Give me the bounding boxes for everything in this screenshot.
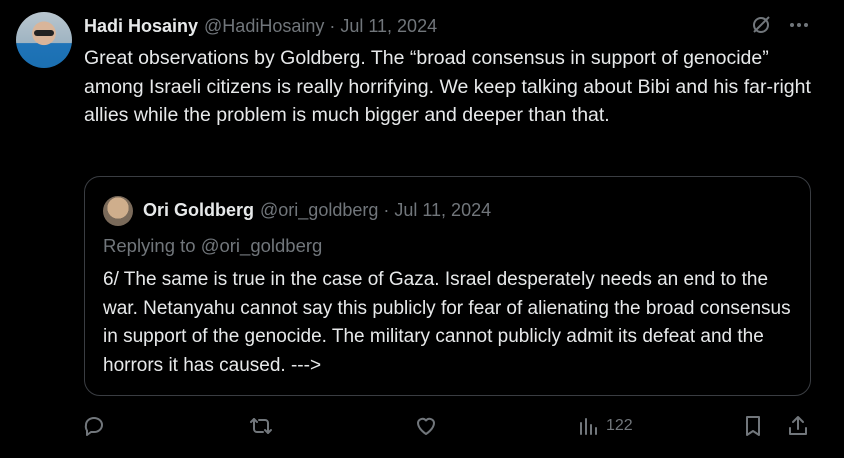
like-button[interactable] (414, 414, 438, 438)
quote-text: 6/ The same is true in the case of Gaza.… (103, 269, 791, 376)
quote-avatar[interactable] (103, 196, 133, 226)
tweet-text: Great observations by Goldberg. The “bro… (84, 47, 811, 126)
bookmark-button[interactable] (742, 414, 764, 438)
bookmark-icon (742, 414, 764, 438)
grok-icon[interactable] (750, 14, 772, 36)
retweet-icon (248, 414, 274, 438)
share-button[interactable] (786, 414, 810, 438)
quote-author-name: Ori Goldberg (143, 199, 255, 220)
views-icon (578, 414, 600, 438)
more-icon[interactable] (788, 14, 810, 36)
quote-header: Ori Goldberg @ori_goldberg · Jul 11, 202… (143, 197, 491, 223)
tweet-action-bar: 122 (82, 414, 820, 442)
avatar[interactable] (16, 12, 72, 68)
reply-icon (82, 414, 106, 438)
quote-author-handle-date: @ori_goldberg · Jul 11, 2024 (260, 199, 492, 220)
reply-button[interactable] (82, 414, 106, 438)
quoted-tweet[interactable]: Ori Goldberg @ori_goldberg · Jul 11, 202… (84, 176, 811, 396)
quote-replying-to: Replying to @ori_goldberg (103, 235, 323, 256)
views-button[interactable]: 122 (578, 414, 633, 438)
tweet-top-actions (750, 14, 810, 36)
retweet-button[interactable] (248, 414, 274, 438)
author-name[interactable]: Hadi Hosainy (84, 16, 198, 37)
author-handle-date[interactable]: @HadiHosainy · Jul 11, 2024 (204, 16, 437, 37)
share-icon (786, 414, 810, 438)
like-icon (414, 414, 438, 438)
views-count: 122 (606, 417, 633, 434)
tweet-header: Hadi Hosainy @HadiHosainy · Jul 11, 2024 (84, 14, 804, 38)
